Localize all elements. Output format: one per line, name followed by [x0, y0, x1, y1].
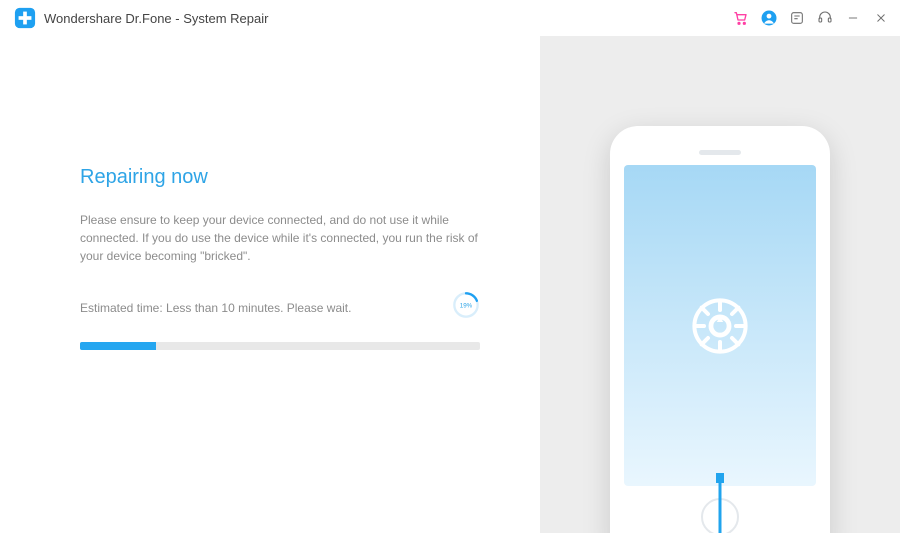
estimate-row: Estimated time: Less than 10 minutes. Pl…: [80, 291, 480, 324]
phone-screen: [624, 165, 816, 486]
instruction-text: Please ensure to keep your device connec…: [80, 211, 480, 265]
cart-icon[interactable]: [732, 9, 750, 27]
minimize-button[interactable]: [844, 9, 862, 27]
progress-bar: [80, 342, 480, 350]
titlebar-actions: [732, 9, 890, 27]
phone-illustration: [610, 126, 830, 533]
titlebar: Wondershare Dr.Fone - System Repair: [0, 0, 900, 36]
progress-bar-fill: [80, 342, 156, 350]
content-area: Repairing now Please ensure to keep your…: [0, 36, 900, 533]
estimated-time-text: Estimated time: Less than 10 minutes. Pl…: [80, 301, 351, 315]
close-button[interactable]: [872, 9, 890, 27]
cable-icon: [710, 473, 730, 533]
progress-ring-icon: 19%: [452, 291, 480, 324]
user-icon[interactable]: [760, 9, 778, 27]
left-panel: Repairing now Please ensure to keep your…: [0, 36, 540, 533]
support-icon[interactable]: [816, 9, 834, 27]
page-heading: Repairing now: [80, 166, 480, 189]
phone-speaker-icon: [699, 150, 741, 155]
right-panel: [540, 36, 900, 533]
progress-percent-text: 19%: [460, 302, 473, 309]
feedback-icon[interactable]: [788, 9, 806, 27]
window-title: Wondershare Dr.Fone - System Repair: [44, 11, 268, 26]
app-logo-icon: [14, 7, 36, 29]
wrench-icon: [680, 286, 760, 366]
